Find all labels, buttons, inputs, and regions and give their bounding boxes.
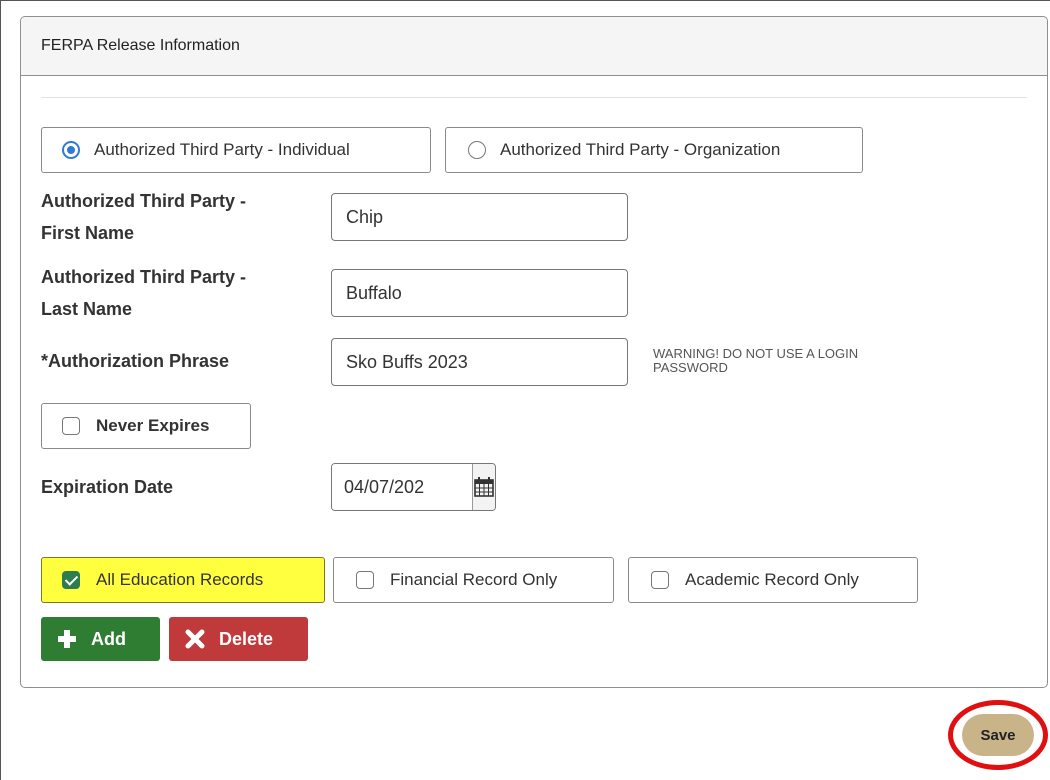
individual-label: Authorized Third Party - Individual <box>94 140 350 159</box>
checkbox-checked-icon[interactable] <box>62 571 80 589</box>
first-name-label: Authorized Third Party - First Name <box>41 191 247 243</box>
save-highlight-ring: Save <box>948 700 1048 770</box>
save-button[interactable]: Save <box>962 714 1034 756</box>
academic-record-checkbox[interactable]: Academic Record Only <box>628 557 918 603</box>
all-education-records-checkbox[interactable]: All Education Records <box>41 557 325 603</box>
never-expires-label: Never Expires <box>96 416 210 435</box>
panel-title: FERPA Release Information <box>41 37 240 54</box>
last-name-label: Authorized Third Party - Last Name <box>41 267 247 319</box>
expiration-date-input[interactable] <box>332 464 472 510</box>
delete-button[interactable]: Delete <box>169 617 308 661</box>
first-name-input[interactable] <box>331 193 628 241</box>
radio-unselected-icon[interactable] <box>468 141 486 159</box>
phrase-warning: WARNING! DO NOT USE A LOGIN PASSWORD <box>653 346 859 375</box>
organization-radio-button[interactable]: Authorized Third Party - Organization <box>445 127 863 173</box>
organization-label: Authorized Third Party - Organization <box>500 140 781 159</box>
expiration-date-field <box>331 463 496 511</box>
individual-radio-button[interactable]: Authorized Third Party - Individual <box>41 127 431 173</box>
all-education-records-label: All Education Records <box>96 570 264 589</box>
checkbox-icon[interactable] <box>651 571 669 589</box>
radio-selected-icon[interactable] <box>62 141 80 159</box>
calendar-icon[interactable] <box>472 464 495 510</box>
checkbox-icon[interactable] <box>62 417 80 435</box>
authorization-phrase-label: *Authorization Phrase <box>41 351 230 371</box>
delete-label: Delete <box>219 628 274 649</box>
expiration-date-label: Expiration Date <box>41 477 174 497</box>
plus-icon <box>58 630 76 648</box>
checkbox-icon[interactable] <box>356 571 374 589</box>
divider <box>41 97 1027 98</box>
add-button[interactable]: Add <box>41 617 160 661</box>
academic-record-label: Academic Record Only <box>685 570 859 589</box>
never-expires-checkbox[interactable]: Never Expires <box>41 403 251 449</box>
financial-record-label: Financial Record Only <box>390 570 558 589</box>
panel-header: FERPA Release Information <box>21 17 1047 76</box>
financial-record-checkbox[interactable]: Financial Record Only <box>333 557 614 603</box>
add-label: Add <box>91 628 126 649</box>
x-icon <box>185 629 205 649</box>
authorization-phrase-input[interactable] <box>331 338 628 386</box>
ferpa-panel: FERPA Release Information Authorized Thi… <box>20 16 1048 688</box>
last-name-input[interactable] <box>331 269 628 317</box>
